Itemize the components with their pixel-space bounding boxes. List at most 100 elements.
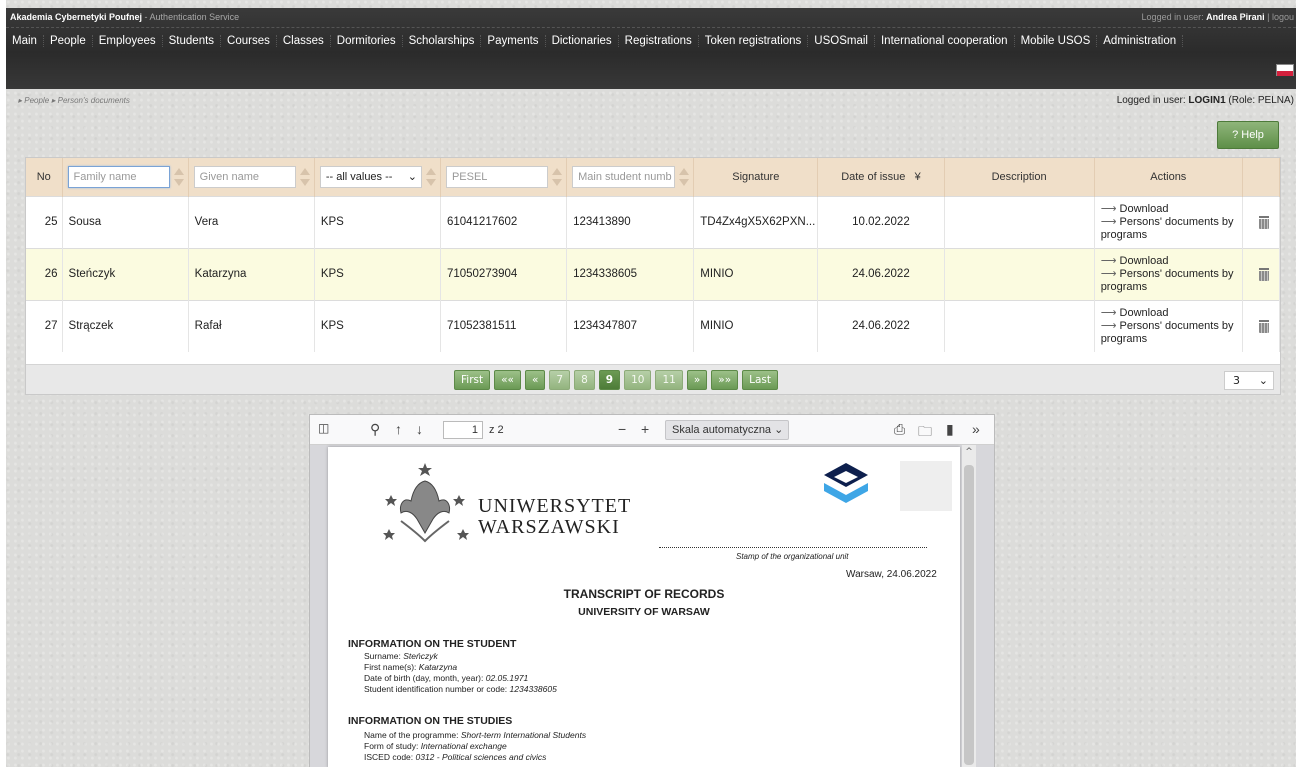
- sort-icon[interactable]: [299, 167, 310, 187]
- help-button[interactable]: ? Help: [1217, 121, 1279, 149]
- cell-signature: MINIO: [693, 247, 819, 300]
- nav-dictionaries[interactable]: Dictionaries: [546, 35, 619, 47]
- type-filter-select[interactable]: -- all values -- ⌄: [319, 165, 422, 188]
- download-link[interactable]: ⟶ Download: [1101, 203, 1242, 216]
- nav-mobile-usos[interactable]: Mobile USOS: [1015, 35, 1098, 47]
- more-tools-icon[interactable]: »: [972, 421, 980, 437]
- arrow-right-icon: ⟶: [1100, 215, 1117, 228]
- zoom-in-icon[interactable]: +: [641, 421, 649, 437]
- brand-title: Akademia Cybernetyki Poufnej: [10, 12, 143, 22]
- usos-logo-icon: [824, 463, 868, 503]
- print-icon[interactable]: ⎙: [894, 421, 905, 438]
- page-button[interactable]: 8: [574, 370, 595, 390]
- pdf-page-input[interactable]: 1: [443, 421, 483, 439]
- trash-icon[interactable]: [1258, 319, 1269, 333]
- place-date: Warsaw, 24.06.2022: [846, 569, 937, 580]
- nav-international-cooperation[interactable]: International cooperation: [875, 35, 1015, 47]
- scroll-thumb[interactable]: [964, 465, 974, 765]
- cell-no: 27: [26, 299, 63, 352]
- page-size-select[interactable]: 3 ⌄: [1224, 371, 1274, 390]
- zoom-out-icon[interactable]: −: [618, 421, 626, 437]
- nav-payments[interactable]: Payments: [481, 35, 546, 47]
- cell-description: [944, 299, 1095, 352]
- pdf-scrollbar[interactable]: ^: [962, 445, 976, 767]
- given-name-filter[interactable]: Given name: [193, 165, 296, 188]
- top-header: Akademia Cybernetyki Poufnej - Authentic…: [6, 8, 1296, 89]
- pdf-viewer: ◫ ⚲ ↑ ↓ 1 z 2 − + Skala automatyczna ⌄ ⎙…: [309, 414, 995, 767]
- documents-by-programs-link[interactable]: ⟶ Persons' documents by programs: [1101, 216, 1242, 242]
- download-link[interactable]: ⟶ Download: [1101, 307, 1242, 320]
- page-button[interactable]: 11: [655, 370, 683, 390]
- nav-registrations[interactable]: Registrations: [619, 35, 699, 47]
- nav-main[interactable]: Main: [6, 35, 44, 47]
- family-name-filter[interactable]: Family name: [67, 165, 170, 188]
- download-label: Download: [1119, 306, 1169, 319]
- nav-classes[interactable]: Classes: [277, 35, 331, 47]
- nav-administration[interactable]: Administration: [1097, 35, 1184, 47]
- sort-icon[interactable]: [551, 167, 563, 187]
- cell-family: Stеńczyk: [62, 247, 189, 300]
- col-date-of-issue[interactable]: Date of issue ¥: [817, 158, 945, 196]
- page-forward-many-button[interactable]: »»: [711, 370, 739, 390]
- trash-icon[interactable]: [1258, 267, 1269, 281]
- bookmark-icon[interactable]: ▮: [946, 421, 954, 438]
- search-icon[interactable]: ⚲: [370, 421, 380, 438]
- student-number-filter[interactable]: Main student numb: [572, 165, 676, 188]
- arrow-up-icon[interactable]: ↑: [395, 421, 402, 437]
- nav-students[interactable]: Students: [163, 35, 222, 47]
- pesel-filter[interactable]: PESEL: [445, 165, 549, 188]
- field-label: Name of the programme:: [364, 730, 461, 740]
- breadcrumb-people[interactable]: People: [24, 96, 49, 105]
- documents-by-programs-link[interactable]: ⟶ Persons' documents by programs: [1101, 320, 1242, 346]
- brand-subtitle: - Authentication Service: [142, 12, 240, 22]
- header-user: Logged in user: Andrea Pirani | logou: [1142, 12, 1294, 22]
- page-back-many-button[interactable]: ««: [494, 370, 521, 390]
- document-title: TRANSCRIPT OF RECORDS: [563, 587, 725, 601]
- scroll-up-icon[interactable]: ^: [962, 447, 976, 457]
- logout-link[interactable]: | logou: [1265, 12, 1294, 22]
- page-next-button[interactable]: »: [686, 370, 708, 390]
- nav-scholarships[interactable]: Scholarships: [403, 35, 482, 47]
- type-filter-value: -- all values --: [325, 170, 393, 183]
- arrow-right-icon: ⟶: [1100, 254, 1117, 267]
- nav-employees[interactable]: Employees: [93, 35, 163, 47]
- nav-usosmail[interactable]: USOSmail: [808, 35, 875, 47]
- zoom-select[interactable]: Skala automatyczna ⌄: [665, 420, 789, 440]
- download-link[interactable]: ⟶ Download: [1101, 255, 1242, 268]
- sort-icon[interactable]: [173, 167, 184, 187]
- sort-icon[interactable]: [425, 167, 436, 187]
- page-button[interactable]: 10: [624, 370, 652, 390]
- page-first-button[interactable]: First: [454, 370, 491, 390]
- page-button[interactable]: 7: [549, 370, 571, 390]
- nav-people[interactable]: People: [44, 35, 93, 47]
- trash-icon[interactable]: [1258, 215, 1269, 229]
- field-value: 0312 - Political sciences and civics: [415, 752, 547, 762]
- col-signature[interactable]: Signature: [693, 158, 819, 196]
- sidebar-toggle-icon[interactable]: ◫: [318, 421, 329, 435]
- nav-token-registrations[interactable]: Token registrations: [699, 35, 809, 47]
- page-button-current[interactable]: 9: [598, 370, 621, 390]
- breadcrumb-documents[interactable]: Person's documents: [58, 96, 130, 105]
- pdf-toolbar: ◫ ⚲ ↑ ↓ 1 z 2 − + Skala automatyczna ⌄ ⎙…: [310, 415, 994, 445]
- cell-date: 10.02.2022: [817, 195, 945, 248]
- nav-courses[interactable]: Courses: [221, 35, 277, 47]
- field-value: 02.05.1971: [485, 673, 529, 683]
- header-user-name[interactable]: Andrea Pirani: [1206, 12, 1265, 22]
- nav-dormitories[interactable]: Dormitories: [331, 35, 403, 47]
- field-value: Steńczyk: [403, 651, 438, 661]
- cell-student-number: 1234347807: [566, 299, 695, 352]
- field-value: Katarzyna: [418, 662, 458, 672]
- sort-icon[interactable]: [678, 167, 690, 187]
- field-label: ISCED code:: [364, 752, 416, 762]
- arrow-down-icon[interactable]: ↓: [416, 421, 423, 437]
- page-prev-button[interactable]: «: [524, 370, 546, 390]
- page-last-button[interactable]: Last: [742, 370, 779, 390]
- documents-by-programs-link[interactable]: ⟶ Persons' documents by programs: [1101, 268, 1242, 294]
- language-flag-icon[interactable]: [1276, 64, 1294, 76]
- left-strip: [0, 0, 6, 767]
- document-subtitle: UNIVERSITY OF WARSAW: [578, 606, 710, 618]
- study-field: ISCED code: 0312 - Political sciences an…: [364, 752, 546, 763]
- cell-date: 24.06.2022: [817, 299, 945, 352]
- col-description[interactable]: Description: [944, 158, 1095, 196]
- save-icon[interactable]: 🗀: [918, 421, 932, 445]
